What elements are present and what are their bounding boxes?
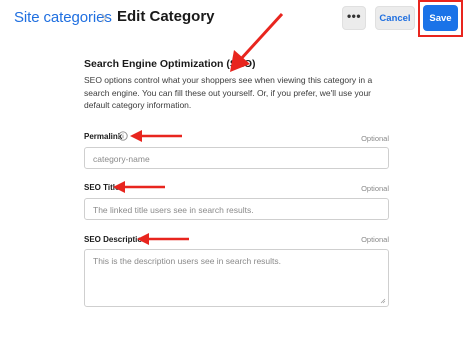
arrow-annotation-icon	[130, 130, 182, 142]
seo-section-description: SEO options control what your shoppers s…	[84, 75, 373, 110]
cancel-button[interactable]: Cancel	[375, 6, 415, 30]
seo-title-input[interactable]: The linked title users see in search res…	[84, 198, 389, 220]
arrow-annotation-icon	[137, 233, 189, 245]
permalink-optional: Optional	[361, 134, 389, 143]
chevron-right-icon	[101, 13, 107, 23]
permalink-label: Permalink	[84, 132, 123, 141]
page-title: Edit Category	[117, 8, 215, 25]
seo-description-placeholder: This is the description users see in sea…	[93, 256, 282, 266]
arrow-annotation-icon	[113, 181, 165, 193]
permalink-input[interactable]: category-name	[84, 147, 389, 169]
resize-handle-icon[interactable]	[380, 298, 386, 304]
seo-title-optional: Optional	[361, 184, 389, 193]
arrow-annotation-icon	[230, 12, 284, 72]
seo-description-textarea[interactable]: This is the description users see in sea…	[84, 249, 389, 307]
breadcrumb-site-categories[interactable]: Site categories	[14, 9, 112, 26]
info-icon[interactable]	[118, 131, 128, 141]
save-button[interactable]: Save	[423, 5, 458, 31]
more-options-button[interactable]: •••	[342, 6, 366, 30]
seo-description-optional: Optional	[361, 235, 389, 244]
more-horizontal-icon: •••	[346, 9, 362, 23]
